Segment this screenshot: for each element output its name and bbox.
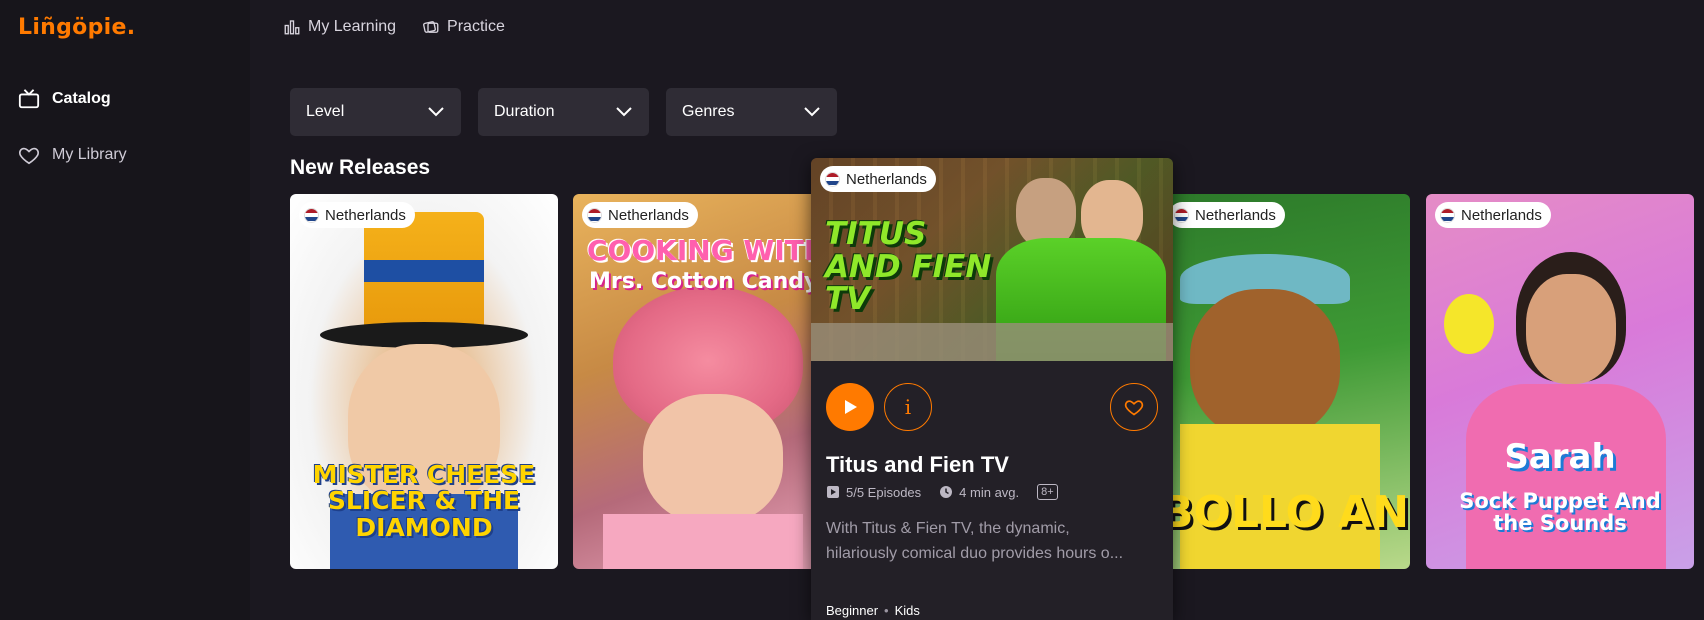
episodes-meta: 5/5 Episodes <box>826 485 921 500</box>
nav-practice[interactable]: Practice <box>422 18 505 36</box>
info-button[interactable]: i <box>884 383 932 431</box>
card-art-subtitle: Mrs. Cotton Candy <box>589 269 813 294</box>
nav-label: My Learning <box>308 18 397 35</box>
country-label: Netherlands <box>1461 206 1542 224</box>
netherlands-flag-icon <box>825 171 840 187</box>
filter-label: Genres <box>682 103 735 120</box>
add-to-library-button[interactable] <box>1110 383 1158 431</box>
episodes-icon <box>827 486 839 498</box>
play-button[interactable] <box>826 383 874 431</box>
card-art-title: COOKING WITH <box>587 234 813 267</box>
card-art-title: BOLLO AND FRIENDS <box>1160 487 1410 538</box>
heart-icon <box>19 147 39 165</box>
show-tags: Beginner • Kids <box>826 603 920 618</box>
duration-meta: 4 min avg. <box>939 485 1019 500</box>
country-label: Netherlands <box>1195 206 1276 224</box>
play-icon <box>845 400 857 414</box>
chevron-down-icon <box>804 107 820 117</box>
country-label: Netherlands <box>608 206 689 224</box>
filter-label: Level <box>306 103 345 120</box>
age-rating-badge: 8+ <box>1037 484 1058 500</box>
sidebar-item-label: Catalog <box>52 90 111 107</box>
tag-separator: • <box>884 603 889 618</box>
netherlands-flag-icon <box>1440 207 1455 223</box>
clock-icon <box>940 486 953 498</box>
card-controls: i <box>826 383 1158 431</box>
heart-icon <box>1124 400 1144 416</box>
hat-band-artwork <box>364 260 484 282</box>
genre-tag: Kids <box>894 603 920 618</box>
show-thumbnail[interactable]: TITUS AND FIEN TV Netherlands <box>811 158 1173 361</box>
show-card-bollo-and-friends[interactable]: BOLLO AND FRIENDS Netherlands <box>1160 194 1410 569</box>
level-tag: Beginner <box>826 603 879 618</box>
sidebar-item-catalog[interactable]: Catalog <box>18 88 111 110</box>
description-line: hilariously comical duo provides hours o… <box>826 545 1124 562</box>
show-title: Titus and Fien TV <box>826 452 1009 477</box>
sidebar: Liñgöpie. Catalog My Library <box>0 0 250 620</box>
expanded-show-card-titus-and-fien[interactable]: TITUS AND FIEN TV Netherlands i Titus an… <box>811 158 1173 620</box>
netherlands-flag-icon <box>304 207 319 223</box>
average-duration: 4 min avg. <box>959 484 1020 500</box>
filter-genres-dropdown[interactable]: Genres <box>666 88 837 136</box>
country-badge: Netherlands <box>582 202 698 228</box>
country-label: Netherlands <box>846 170 927 188</box>
bear-face-artwork <box>1190 289 1340 439</box>
card-art-title: Sarah <box>1504 437 1616 477</box>
nav-label: Practice <box>447 18 505 35</box>
show-description: With Titus & Fien TV, the dynamic, hilar… <box>826 516 1156 566</box>
show-card-mister-cheese-slicer[interactable]: MISTER CHEESE SLICER & THE DIAMOND Nethe… <box>290 194 558 569</box>
face-artwork <box>643 394 783 524</box>
country-badge: Netherlands <box>1435 202 1551 228</box>
card-art-subtitle: Sock Puppet And the Sounds <box>1459 489 1661 536</box>
puppet-artwork <box>1444 294 1494 354</box>
show-meta: 5/5 Episodes 4 min avg. 8+ <box>826 484 1058 500</box>
top-navigation: My Learning Practice <box>283 18 505 36</box>
chevron-down-icon <box>616 107 632 117</box>
country-label: Netherlands <box>325 206 406 224</box>
description-line: With Titus & Fien TV, the dynamic, <box>826 520 1070 537</box>
filter-bar: Level Duration Genres <box>290 88 837 136</box>
filter-level-dropdown[interactable]: Level <box>290 88 461 136</box>
sidebar-item-my-library[interactable]: My Library <box>18 144 127 166</box>
tv-icon <box>18 89 40 109</box>
costume-artwork <box>603 514 803 569</box>
thumbnail-art-title: TITUS AND FIEN TV <box>825 216 992 318</box>
country-badge: Netherlands <box>1169 202 1285 228</box>
face-artwork <box>1526 274 1616 384</box>
bar-chart-icon <box>284 20 300 35</box>
netherlands-flag-icon <box>587 207 602 223</box>
netherlands-flag-icon <box>1174 207 1189 223</box>
lingopie-logo[interactable]: Liñgöpie. <box>18 15 135 40</box>
cards-icon <box>423 21 439 33</box>
chevron-down-icon <box>428 107 444 117</box>
filter-label: Duration <box>494 103 555 120</box>
card-art-title: MISTER CHEESE SLICER & THE DIAMOND <box>312 460 536 542</box>
sidebar-item-label: My Library <box>52 146 127 163</box>
table-artwork <box>811 323 1173 361</box>
section-title-new-releases: New Releases <box>290 156 431 179</box>
filter-duration-dropdown[interactable]: Duration <box>478 88 649 136</box>
info-icon: i <box>904 395 912 419</box>
country-badge: Netherlands <box>820 166 936 192</box>
episodes-count: 5/5 Episodes <box>846 484 922 500</box>
country-badge: Netherlands <box>299 202 415 228</box>
show-card-sarah-sock-puppet[interactable]: Sarah Sock Puppet And the Sounds Netherl… <box>1426 194 1694 569</box>
nav-my-learning[interactable]: My Learning <box>283 18 396 36</box>
show-card-cooking-with-mrs-cotton-candy[interactable]: COOKING WITH Mrs. Cotton Candy Netherlan… <box>573 194 813 569</box>
